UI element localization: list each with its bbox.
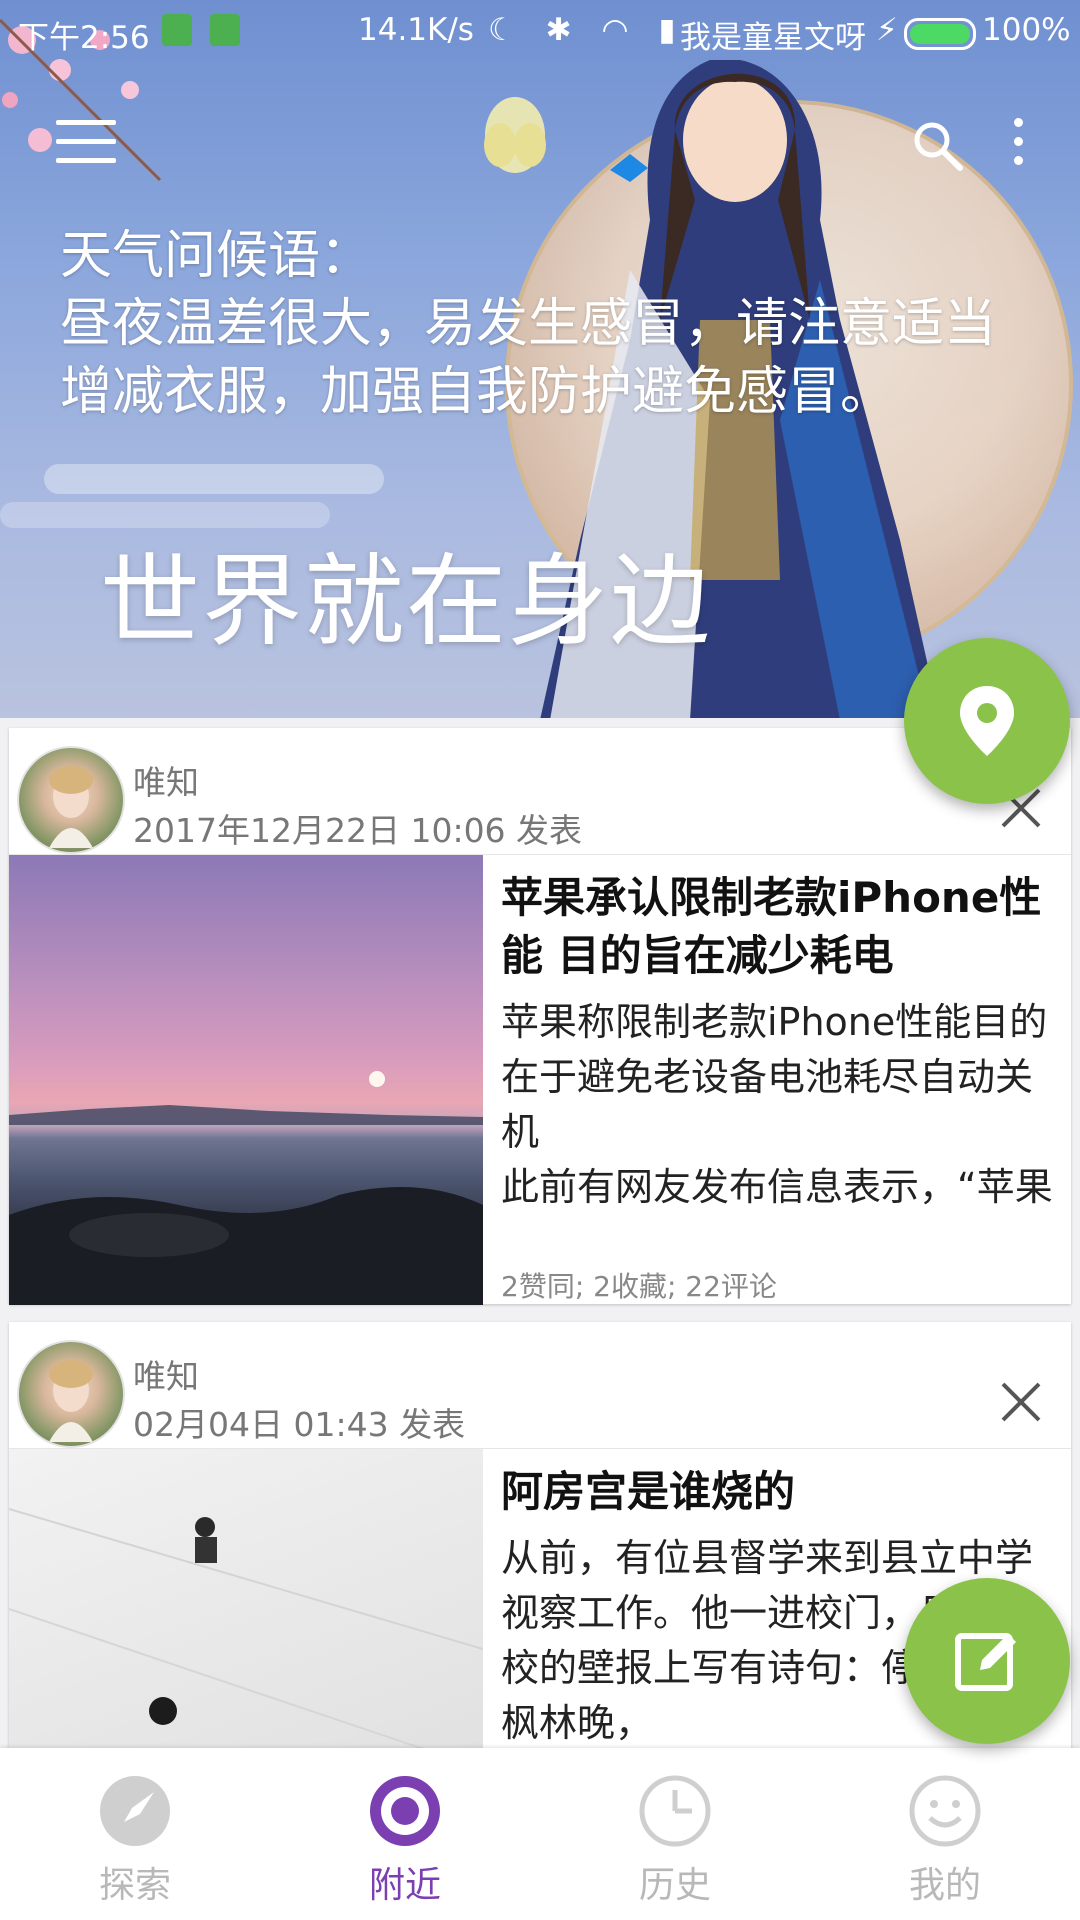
network-speed: 14.1K/s (358, 12, 474, 48)
post-time: 02月04日 01:43 发表 (133, 1405, 466, 1444)
article-thumbnail[interactable] (9, 1449, 483, 1748)
nav-tab-explore[interactable]: 探索 (0, 1748, 270, 1920)
article-summary: 苹果称限制老款iPhone性能目的在于避免老设备电池耗尽自动关机 此前有网友发布… (501, 1000, 1053, 1209)
header-banner: 下午2:56 14.1K/s ☾ ✱ ◠ ▮ 我是童星文呀 ⚡ 100% 天气问… (0, 0, 1080, 718)
location-pin-icon (960, 686, 1014, 756)
nav-tab-history[interactable]: 历史 (540, 1748, 810, 1920)
article-thumbnail[interactable] (9, 855, 483, 1305)
more-options-icon[interactable] (1008, 118, 1028, 174)
banner-lotus (484, 97, 546, 173)
weather-greeting: 天气问候语： 昼夜温差很大，易发生感冒，请注意适当增减衣服，加强自我防护避免感冒… (60, 222, 1000, 426)
location-button[interactable] (904, 638, 1070, 804)
author-name[interactable]: 唯知 (133, 756, 199, 804)
nearby-icon (370, 1776, 440, 1846)
card-body[interactable]: 苹果承认限制老款iPhone性能 目的旨在减少耗电 苹果称限制老款iPhone性… (9, 855, 1071, 1305)
nav-tab-nearby[interactable]: 附近 (270, 1748, 540, 1920)
nearby-feed[interactable]: 唯知 2017年12月22日 10:06 发表 苹果承认限制老款iPhone性能… (0, 718, 1080, 1748)
greeting-text: 昼夜温差很大，易发生感冒，请注意适当增减衣服，加强自我防护避免感冒。 (60, 294, 997, 422)
menu-icon[interactable] (56, 120, 116, 164)
card-header: 唯知 02月04日 01:43 发表 (9, 1322, 1071, 1449)
carrier-name: 我是童星文呀 (680, 20, 866, 56)
battery-icon (904, 18, 976, 50)
article-stats: 2赞同; 2收藏; 22评论 (501, 1270, 777, 1303)
bottom-navigation: 探索 附近 历史 我的 (0, 1748, 1080, 1920)
clock-icon (639, 1775, 711, 1847)
nav-label: 历史 (638, 1865, 711, 1906)
greeting-title: 天气问候语： (60, 226, 373, 286)
status-time: 下午2:56 (18, 20, 150, 56)
status-icons: ☾ ✱ ◠ ▮ (488, 12, 686, 48)
banner-slogan: 世界就在身边 (100, 543, 712, 660)
nav-tab-mine[interactable]: 我的 (810, 1748, 1080, 1920)
charging-icon: ⚡ (876, 12, 898, 48)
avatar[interactable] (17, 1340, 125, 1448)
edit-icon (955, 1633, 1016, 1691)
battery-app-icon (162, 14, 192, 46)
banner-cloud-stripe (44, 464, 384, 494)
post-time: 2017年12月22日 10:06 发表 (133, 811, 583, 850)
search-icon[interactable] (910, 118, 966, 174)
smiley-icon (909, 1775, 981, 1847)
close-icon[interactable] (999, 1380, 1043, 1424)
nav-label: 附近 (368, 1865, 441, 1906)
article-card[interactable]: 唯知 2017年12月22日 10:06 发表 苹果承认限制老款iPhone性能… (9, 728, 1071, 1305)
nav-label: 探索 (98, 1865, 171, 1906)
article-title[interactable]: 阿房宫是谁烧的 (501, 1463, 1057, 1521)
author-name[interactable]: 唯知 (133, 1350, 199, 1398)
app-notification-icon (210, 14, 240, 46)
battery-percent: 100% (982, 12, 1071, 48)
compass-icon (100, 1776, 170, 1846)
nav-label: 我的 (908, 1865, 981, 1906)
card-body[interactable]: 阿房宫是谁烧的 从前，有位县督学来到县立中学视察工作。他一进校门，见到该校的壁报… (9, 1449, 1071, 1748)
avatar[interactable] (17, 746, 125, 854)
compose-button[interactable] (904, 1578, 1070, 1744)
status-bar: 下午2:56 14.1K/s ☾ ✱ ◠ ▮ 我是童星文呀 ⚡ 100% (0, 0, 1080, 62)
article-title[interactable]: 苹果承认限制老款iPhone性能 目的旨在减少耗电 (501, 869, 1057, 985)
article-text: 苹果承认限制老款iPhone性能 目的旨在减少耗电 苹果称限制老款iPhone性… (501, 869, 1057, 1220)
